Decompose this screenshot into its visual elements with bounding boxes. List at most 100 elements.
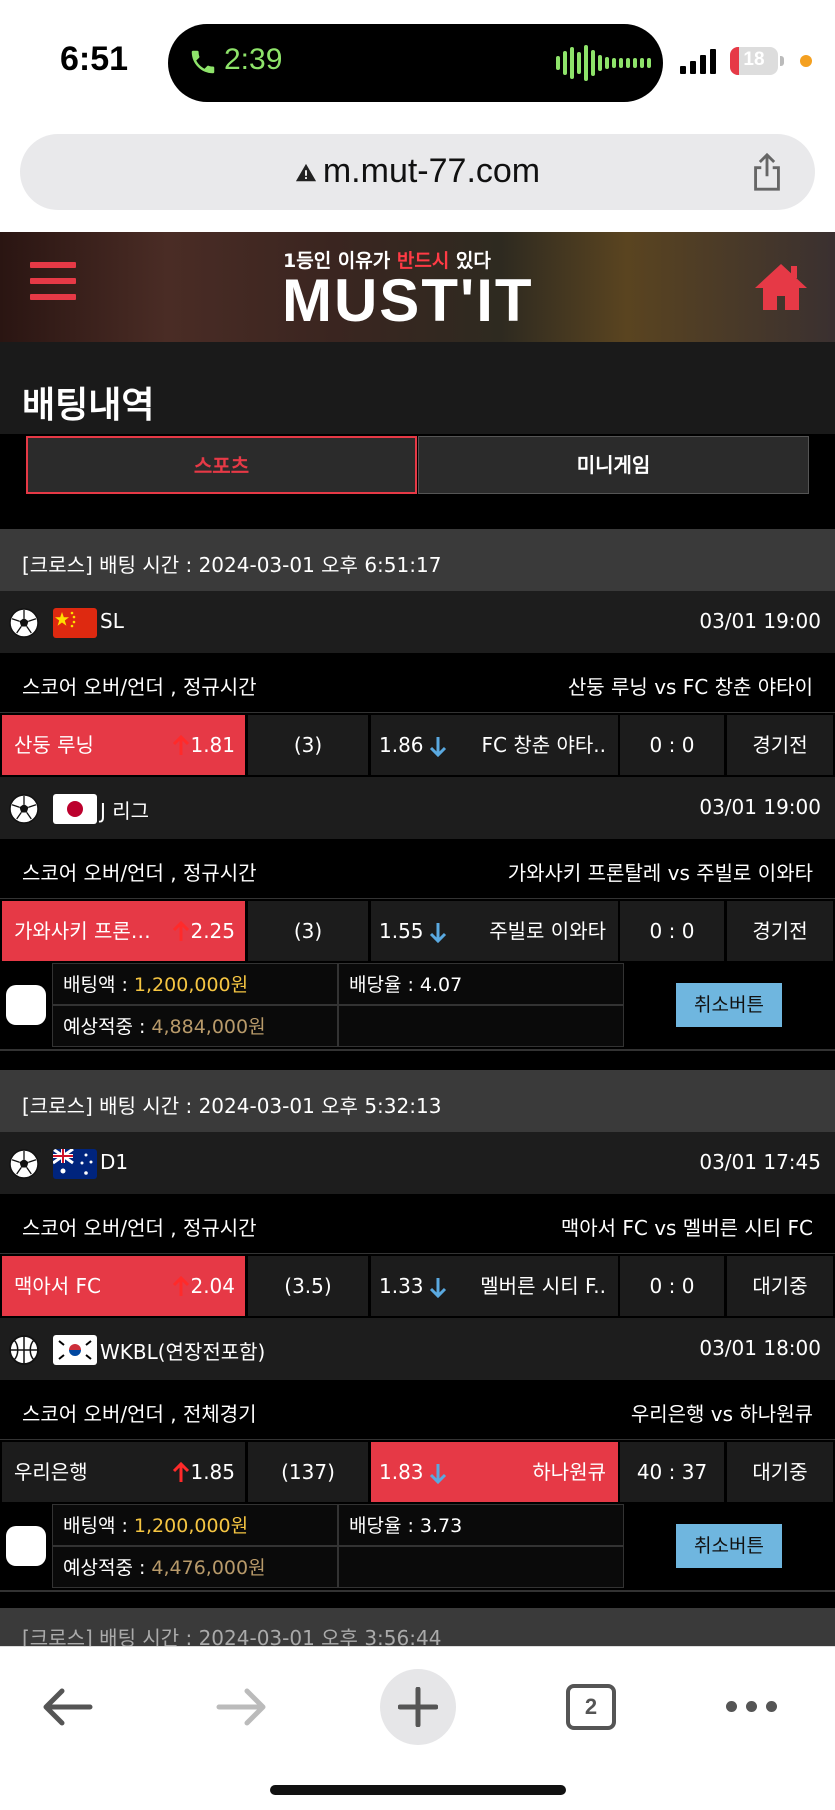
battery-percent: 18 <box>743 49 765 70</box>
odds-total: 4.07 <box>419 974 463 996</box>
market-name: 스코어 오버/언더 , 정규시간 <box>22 861 257 885</box>
market-name: 스코어 오버/언더 , 정규시간 <box>22 1216 257 1240</box>
arrow-down-icon <box>429 923 447 943</box>
home-odds: 2.25 <box>190 919 235 943</box>
market-row: 스코어 오버/언더 , 정규시간 가와사키 프론탈레 vs 주빌로 이와타 <box>0 839 835 899</box>
home-odds-cell[interactable]: 우리은행 1.85 <box>2 1442 245 1502</box>
arrow-down-icon <box>429 1464 447 1484</box>
status-cell: 경기전 <box>727 715 833 775</box>
home-odds-cell[interactable]: 가와사키 프론… 2.25 <box>2 901 245 961</box>
market-name: 스코어 오버/언더 , 정규시간 <box>22 675 257 699</box>
home-indicator[interactable] <box>270 1785 566 1795</box>
summary-grid: 배팅액 : 1,200,000원 배당율 : 4.07 예상적중 : 4,884… <box>52 963 624 1049</box>
bet-time-header: [크로스] 배팅 시간 : 2024-03-01 오후 6:51:17 <box>0 529 835 591</box>
game-datetime: 03/01 19:00 <box>699 795 821 819</box>
bet-amount-cell: 배팅액 : 1,200,000원 <box>52 963 338 1005</box>
league-name: D1 <box>100 1150 129 1174</box>
odds-row: 가와사키 프론… 2.25 (3) 1.55 주빌로 이와타 0 : 0 경기전 <box>0 899 835 963</box>
line-cell: (3.5) <box>248 1256 368 1316</box>
back-arrow-icon[interactable] <box>32 1677 102 1737</box>
bet-slip: [크로스] 배팅 시간 : 2024-03-01 오후 6:51:17 SL 0… <box>0 529 835 1051</box>
status-cell: 대기중 <box>727 1442 833 1502</box>
league-name: WKBL(연장전포함) <box>100 1340 266 1364</box>
tab-minigame[interactable]: 미니게임 <box>418 436 809 494</box>
privacy-indicator-dot <box>800 55 812 67</box>
url-display[interactable]: m.mut-77.com <box>20 152 815 191</box>
away-odds-cell[interactable]: 1.86 FC 창춘 야타.. <box>371 715 618 775</box>
league-row: WKBL(연장전포함) 03/01 18:00 <box>0 1318 835 1380</box>
select-checkbox[interactable] <box>6 985 46 1025</box>
home-odds: 1.81 <box>190 733 235 757</box>
korea-flag-icon <box>53 1335 97 1365</box>
browser-toolbar: 2 <box>0 1646 835 1810</box>
league-name: J 리그 <box>100 799 150 823</box>
address-bar[interactable]: m.mut-77.com <box>20 134 815 210</box>
more-icon[interactable] <box>726 1701 777 1712</box>
league-row: SL 03/01 19:00 <box>0 591 835 653</box>
category-tabs: 스포츠 미니게임 <box>0 434 835 526</box>
warning-icon <box>295 163 316 182</box>
away-odds-cell[interactable]: 1.33 멜버른 시티 F.. <box>371 1256 618 1316</box>
bet-summary: 배팅액 : 1,200,000원 배당율 : 4.07 예상적중 : 4,884… <box>0 963 835 1051</box>
clock: 6:51 <box>60 40 129 78</box>
forward-arrow-icon[interactable] <box>207 1677 277 1737</box>
arrow-up-icon <box>172 921 190 941</box>
bet-history-list[interactable]: [크로스] 배팅 시간 : 2024-03-01 오후 6:51:17 SL 0… <box>0 526 835 1646</box>
arrow-down-icon <box>429 1278 447 1298</box>
battery-tip <box>780 56 784 66</box>
cellular-signal-icon <box>680 48 716 74</box>
plus-icon <box>398 1687 438 1727</box>
away-odds: 1.83 <box>379 1460 424 1484</box>
line-cell: (137) <box>248 1442 368 1502</box>
site-header: 1등인 이유가 반드시 있다 MUST'IT <box>0 232 835 342</box>
score-cell: 0 : 0 <box>620 715 724 775</box>
home-odds-cell[interactable]: 맥아서 FC 2.04 <box>2 1256 245 1316</box>
soccer-ball-icon <box>9 794 39 824</box>
home-odds-cell[interactable]: 산둥 루닝 1.81 <box>2 715 245 775</box>
league-row: D1 03/01 17:45 <box>0 1132 835 1194</box>
score-cell: 0 : 0 <box>620 901 724 961</box>
cancel-button[interactable]: 취소버튼 <box>676 983 782 1027</box>
arrow-up-icon <box>172 735 190 755</box>
away-odds-cell[interactable]: 1.83 하나원큐 <box>371 1442 618 1502</box>
market-row: 스코어 오버/언더 , 정규시간 산둥 루닝 vs FC 창춘 야타이 <box>0 653 835 713</box>
phone-icon <box>191 50 215 74</box>
url-text: m.mut-77.com <box>322 152 541 190</box>
line-cell: (3) <box>248 715 368 775</box>
status-cell: 경기전 <box>727 901 833 961</box>
home-icon[interactable] <box>753 260 809 312</box>
bet-summary: 배팅액 : 1,200,000원 배당율 : 3.73 예상적중 : 4,476… <box>0 1504 835 1592</box>
hamburger-menu-icon[interactable] <box>30 262 76 308</box>
select-checkbox[interactable] <box>6 1526 46 1566</box>
odds-row: 산둥 루닝 1.81 (3) 1.86 FC 창춘 야타.. 0 : 0 경기전 <box>0 713 835 777</box>
site-logo[interactable]: MUST'IT <box>282 266 534 335</box>
score-cell: 40 : 37 <box>620 1442 724 1502</box>
league-name: SL <box>100 609 124 633</box>
matchup: 우리은행 vs 하나원큐 <box>630 1402 813 1426</box>
expected-win: 4,884,000원 <box>151 1016 266 1038</box>
dynamic-island[interactable]: 2:39 <box>168 24 663 102</box>
odds-total-cell: 배당율 : 3.73 <box>338 1504 624 1546</box>
tab-sports[interactable]: 스포츠 <box>26 436 417 494</box>
bet-time-header: [크로스] 배팅 시간 : 2024-03-01 오후 5:32:13 <box>0 1070 835 1132</box>
matchup: 가와사키 프론탈레 vs 주빌로 이와타 <box>507 861 813 885</box>
cancel-button[interactable]: 취소버튼 <box>676 1524 782 1568</box>
empty-cell <box>338 1546 624 1588</box>
arrow-up-icon <box>172 1462 190 1482</box>
matchup: 맥아서 FC vs 멜버른 시티 FC <box>560 1216 813 1240</box>
away-odds: 1.86 <box>379 733 424 757</box>
status-bar: 6:51 2:39 18 <box>0 0 835 125</box>
away-odds-cell[interactable]: 1.55 주빌로 이와타 <box>371 901 618 961</box>
tab-switcher-button[interactable]: 2 <box>566 1684 616 1730</box>
share-icon[interactable] <box>749 152 785 192</box>
new-tab-button[interactable] <box>380 1669 456 1745</box>
matchup: 산둥 루닝 vs FC 창춘 야타이 <box>567 675 813 699</box>
home-team: 산둥 루닝 <box>14 733 94 757</box>
arrow-down-icon <box>429 737 447 757</box>
empty-cell <box>338 1005 624 1047</box>
bet-amount: 1,200,000원 <box>133 974 249 996</box>
australia-flag-icon <box>53 1149 97 1179</box>
battery-icon: 18 <box>730 47 778 75</box>
home-odds: 2.04 <box>190 1274 235 1298</box>
page-title: 배팅내역 <box>22 385 155 426</box>
